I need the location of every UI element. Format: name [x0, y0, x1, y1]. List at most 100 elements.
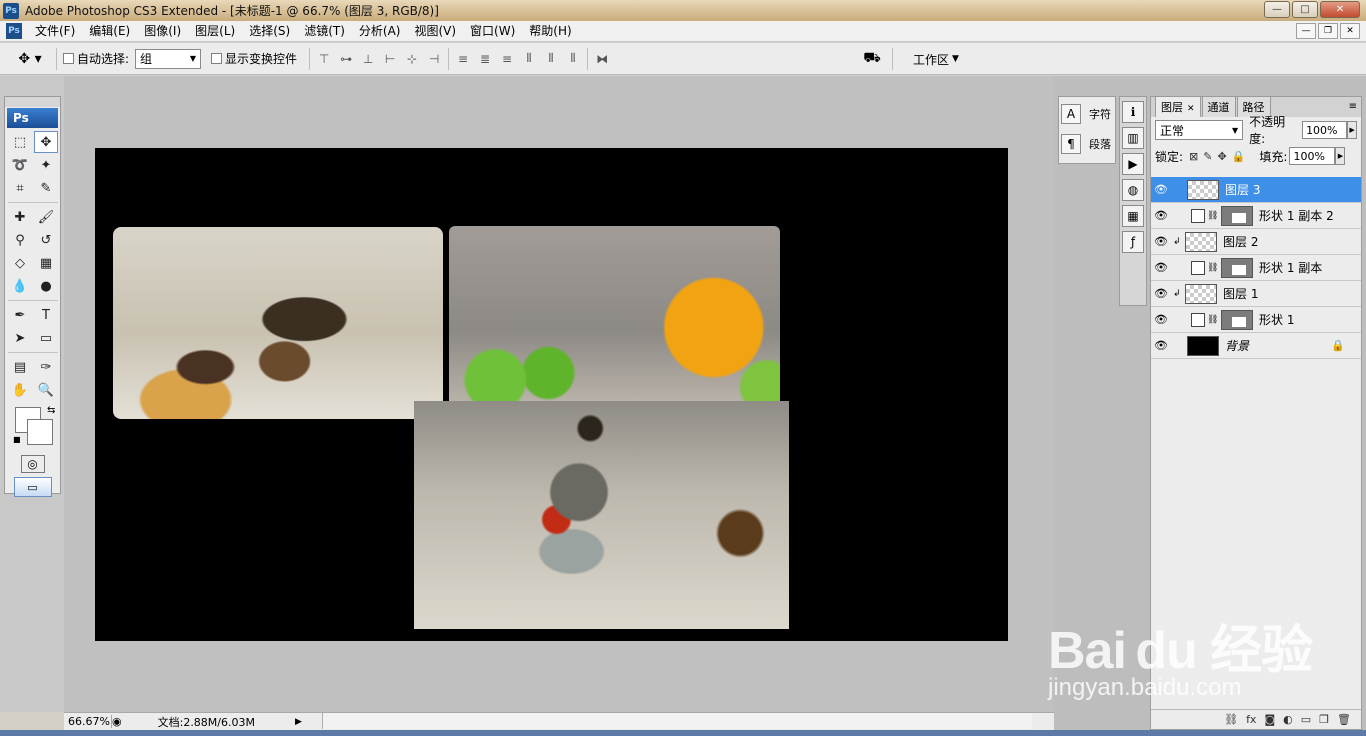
align-hcenter-icon[interactable]: ⊹ — [404, 52, 420, 66]
info-icon[interactable]: ℹ — [1122, 101, 1144, 123]
healing-brush-tool-icon[interactable]: ✚ — [8, 206, 32, 228]
hand-tool-icon[interactable]: ✋ — [8, 379, 32, 401]
show-transform-checkbox[interactable] — [211, 53, 223, 64]
layer-row-layer3[interactable]: 👁 图层 3 — [1151, 177, 1361, 203]
close-button[interactable]: ✕ — [1320, 1, 1360, 18]
notes-tool-icon[interactable]: ▤ — [8, 356, 32, 378]
status-info-icon[interactable]: ◉ — [112, 715, 122, 728]
styles-icon[interactable]: ▦ — [1122, 205, 1144, 227]
eye-icon[interactable]: 👁 — [1151, 287, 1171, 300]
fill-input[interactable]: 100% — [1289, 147, 1336, 165]
eraser-tool-icon[interactable]: ◇ — [8, 252, 32, 274]
auto-select-dropdown[interactable]: 组 ▼ — [135, 48, 202, 69]
actions-icon[interactable]: ▶ — [1122, 153, 1144, 175]
path-selection-tool-icon[interactable]: ➤ — [8, 327, 32, 349]
screen-mode-icon[interactable]: ▭ — [13, 477, 52, 497]
doc-minimize-button[interactable]: — — [1296, 23, 1316, 39]
crop-tool-icon[interactable]: ⌗ — [8, 177, 32, 199]
marquee-tool-icon[interactable]: ⬚ — [8, 131, 32, 153]
close-icon[interactable]: ✕ — [1187, 104, 1195, 114]
eye-icon[interactable]: 👁 — [1151, 261, 1171, 274]
lasso-tool-icon[interactable]: ➰ — [8, 154, 32, 176]
quick-mask-icon[interactable]: ◎ — [20, 455, 45, 473]
photoshop-logo[interactable]: Ps — [7, 108, 58, 128]
swatches-icon[interactable]: ◍ — [1122, 179, 1144, 201]
magic-wand-tool-icon[interactable]: ✦ — [34, 154, 58, 176]
doc-restore-button[interactable]: ❐ — [1318, 23, 1338, 39]
character-panel-button[interactable]: A 字符 — [1061, 101, 1113, 127]
layer-row-shape1[interactable]: 👁 ⛓ 形状 1 — [1151, 307, 1361, 333]
align-vcenter-icon[interactable]: ⊶ — [338, 52, 354, 66]
workspace-menu[interactable]: 工作区 — [913, 51, 949, 68]
history-brush-tool-icon[interactable]: ↺ — [34, 229, 58, 251]
pen-tool-icon[interactable]: ✒ — [8, 304, 32, 326]
add-mask-icon[interactable]: ◙ — [1264, 713, 1275, 726]
eye-icon[interactable]: 👁 — [1151, 339, 1171, 352]
chain-link-icon[interactable]: ⛓ — [1207, 211, 1218, 221]
zoom-level[interactable]: 66.67% — [64, 715, 112, 728]
zoom-tool-icon[interactable]: 🔍 — [34, 379, 58, 401]
menu-filter[interactable]: 滤镜(T) — [297, 21, 352, 41]
distribute-top-icon[interactable]: ≡ — [455, 52, 471, 66]
layer-comps-icon[interactable]: ƒ — [1122, 231, 1144, 253]
layer-row-layer1[interactable]: 👁 ↲ 图层 1 — [1151, 281, 1361, 307]
menu-window[interactable]: 窗口(W) — [463, 21, 522, 41]
distribute-right-icon[interactable]: ⦀ — [565, 51, 581, 66]
move-tool-icon[interactable]: ✥ — [34, 131, 58, 153]
horizontal-scrollbar[interactable] — [322, 713, 1032, 729]
menu-layer[interactable]: 图层(L) — [188, 21, 242, 41]
menu-analysis[interactable]: 分析(A) — [352, 21, 408, 41]
dodge-tool-icon[interactable]: ● — [34, 275, 58, 297]
toolbox-header[interactable] — [5, 97, 60, 107]
new-layer-icon[interactable]: ❐ — [1319, 713, 1329, 726]
doc-close-button[interactable]: ✕ — [1340, 23, 1360, 39]
opacity-input[interactable]: 100% — [1302, 121, 1348, 139]
align-right-icon[interactable]: ⊣ — [426, 52, 442, 66]
auto-select-checkbox[interactable] — [63, 53, 74, 64]
document-canvas[interactable] — [95, 148, 1008, 641]
move-tool-preset-icon[interactable]: ✥ ▾ — [10, 47, 50, 71]
eye-icon[interactable]: 👁 — [1151, 235, 1171, 248]
blur-tool-icon[interactable]: 💧 — [8, 275, 32, 297]
menu-select[interactable]: 选择(S) — [242, 21, 297, 41]
chain-link-icon[interactable]: ⛓ — [1207, 263, 1218, 273]
layer-row-shape1-copy2[interactable]: 👁 ⛓ 形状 1 副本 2 — [1151, 203, 1361, 229]
paragraph-panel-button[interactable]: ¶ 段落 — [1061, 131, 1113, 157]
clone-stamp-tool-icon[interactable]: ⚲ — [8, 229, 32, 251]
distribute-left-icon[interactable]: ⦀ — [521, 51, 537, 66]
tab-channels[interactable]: 通道 — [1201, 96, 1236, 117]
panel-menu-icon[interactable]: ≡ — [1349, 101, 1357, 112]
history-icon[interactable]: ▥ — [1122, 127, 1144, 149]
new-group-icon[interactable]: ▭ — [1301, 713, 1311, 726]
menu-help[interactable]: 帮助(H) — [522, 21, 578, 41]
opacity-slider-arrow-icon[interactable]: ▶ — [1347, 121, 1357, 139]
lock-all-icon[interactable]: 🔒 — [1232, 150, 1246, 163]
fill-slider-arrow-icon[interactable]: ▶ — [1335, 147, 1346, 165]
layer-row-layer2[interactable]: 👁 ↲ 图层 2 — [1151, 229, 1361, 255]
minimize-button[interactable]: — — [1264, 1, 1290, 18]
adjustment-layer-icon[interactable]: ◐ — [1283, 713, 1293, 726]
chain-link-icon[interactable]: ⛓ — [1207, 315, 1218, 325]
blend-mode-select[interactable]: 正常 ▼ — [1155, 120, 1244, 140]
auto-align-layers-icon[interactable]: ⧓ — [594, 52, 610, 66]
bridge-icon[interactable]: ⛟ — [858, 48, 886, 70]
layer-row-background[interactable]: 👁 背景 🔒 — [1151, 333, 1361, 359]
distribute-bottom-icon[interactable]: ≡ — [499, 52, 515, 66]
gradient-tool-icon[interactable]: ▦ — [34, 252, 58, 274]
delete-layer-icon[interactable]: 🗑 — [1337, 713, 1351, 726]
menu-view[interactable]: 视图(V) — [407, 21, 463, 41]
distribute-vcenter-icon[interactable]: ≣ — [477, 52, 493, 66]
lock-pixels-icon[interactable]: ✎ — [1203, 150, 1212, 163]
layer-row-shape1-copy[interactable]: 👁 ⛓ 形状 1 副本 — [1151, 255, 1361, 281]
status-menu-arrow-icon[interactable]: ▶ — [295, 717, 302, 727]
lock-transparency-icon[interactable]: ⊠ — [1189, 150, 1198, 163]
maximize-button[interactable]: □ — [1292, 1, 1318, 18]
brush-tool-icon[interactable]: 🖌 — [34, 206, 58, 228]
menu-edit[interactable]: 编辑(E) — [82, 21, 137, 41]
shape-tool-icon[interactable]: ▭ — [34, 327, 58, 349]
link-layers-icon[interactable]: ⛓ — [1224, 713, 1238, 726]
distribute-hcenter-icon[interactable]: ⦀ — [543, 51, 559, 66]
default-colors-icon[interactable]: ■ — [13, 435, 21, 444]
align-bottom-icon[interactable]: ⊥ — [360, 52, 376, 66]
lock-position-icon[interactable]: ✥ — [1217, 150, 1226, 163]
